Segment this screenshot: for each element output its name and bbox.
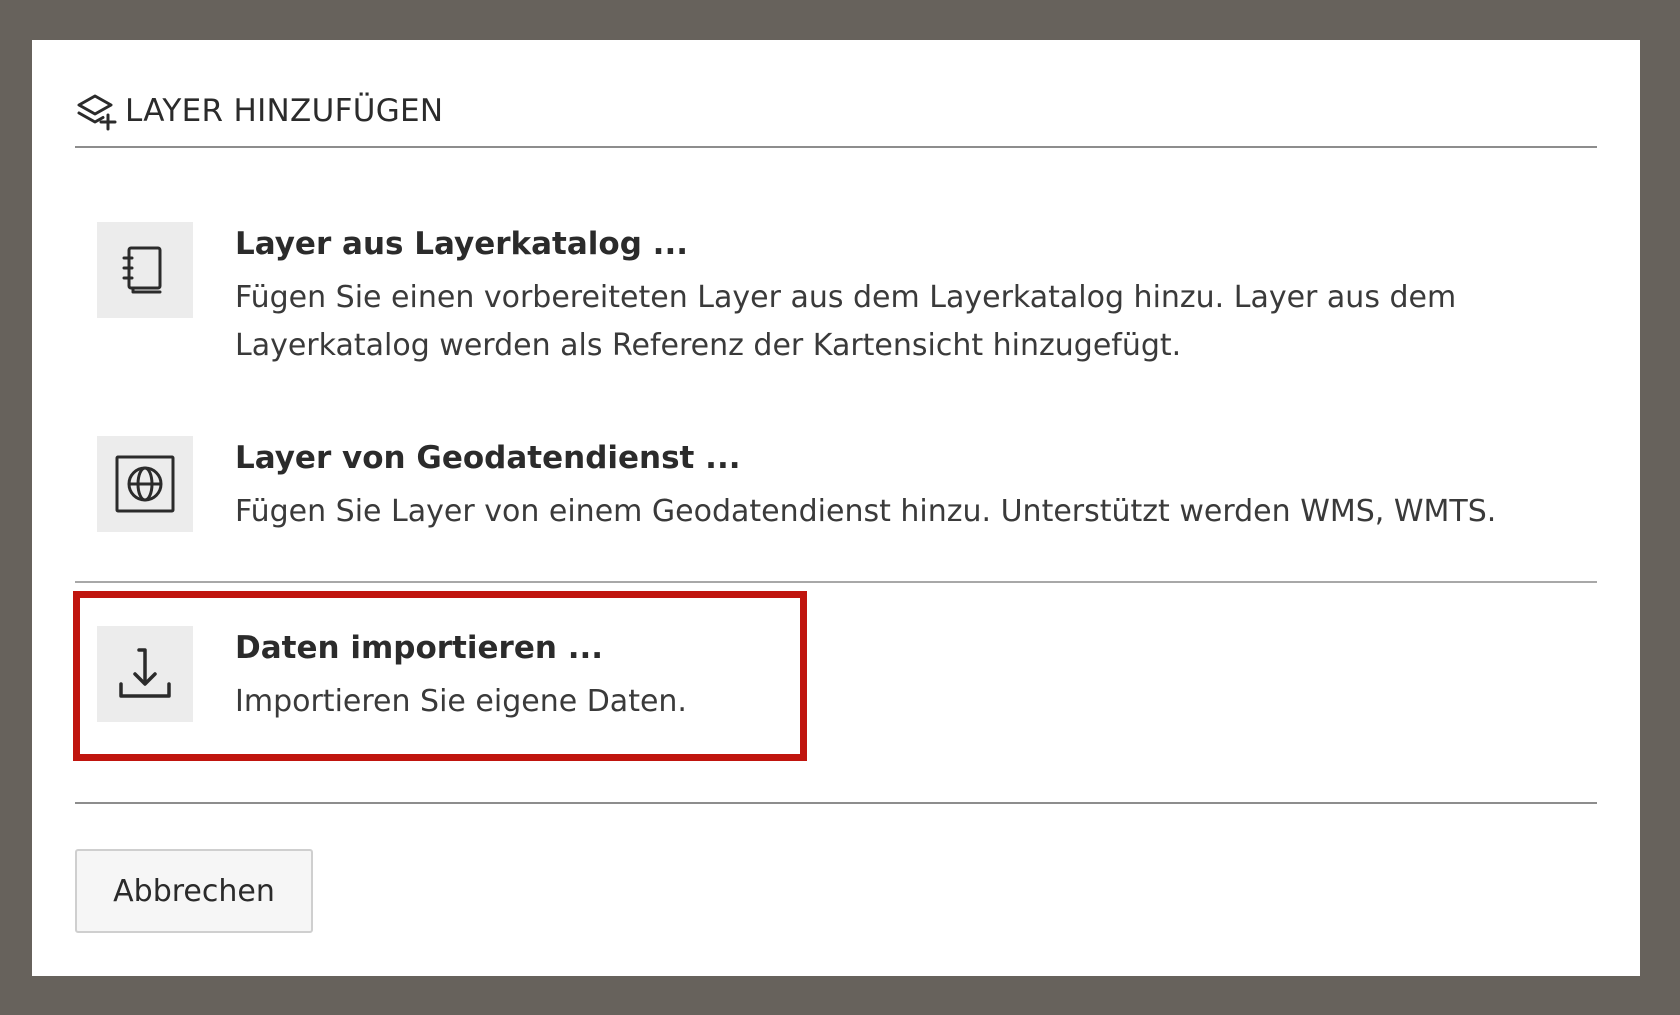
option-description: Importieren Sie eigene Daten. <box>235 684 687 719</box>
option-title: Layer aus Layerkatalog ... <box>235 226 689 262</box>
option-text: Layer von Geodatendienst ... Fügen Sie L… <box>235 436 1587 536</box>
globe-service-icon <box>97 436 193 532</box>
options-divider <box>75 581 1597 583</box>
footer-divider <box>75 802 1597 804</box>
option-geodata-service[interactable]: Layer von Geodatendienst ... Fügen Sie L… <box>75 436 1597 546</box>
option-title: Daten importieren ... <box>235 630 604 666</box>
option-import-data[interactable]: Daten importieren ... Importieren Sie ei… <box>75 626 1597 736</box>
option-title: Layer von Geodatendienst ... <box>235 440 741 476</box>
option-layer-catalog[interactable]: Layer aus Layerkatalog ... Fügen Sie ein… <box>75 222 1597 382</box>
option-text: Daten importieren ... Importieren Sie ei… <box>235 626 1587 726</box>
option-text: Layer aus Layerkatalog ... Fügen Sie ein… <box>235 222 1587 370</box>
import-download-icon <box>97 626 193 722</box>
catalog-book-icon <box>97 222 193 318</box>
layers-add-icon <box>75 89 119 133</box>
dialog-title: LAYER HINZUFÜGEN <box>125 93 444 129</box>
dialog-header: LAYER HINZUFÜGEN <box>75 78 1597 148</box>
option-description: Fügen Sie einen vorbereiteten Layer aus … <box>235 280 1457 363</box>
add-layer-dialog: LAYER HINZUFÜGEN Layer aus Layerkatalog … <box>32 40 1640 976</box>
option-description: Fügen Sie Layer von einem Geodatendienst… <box>235 494 1497 529</box>
cancel-button[interactable]: Abbrechen <box>75 849 313 933</box>
